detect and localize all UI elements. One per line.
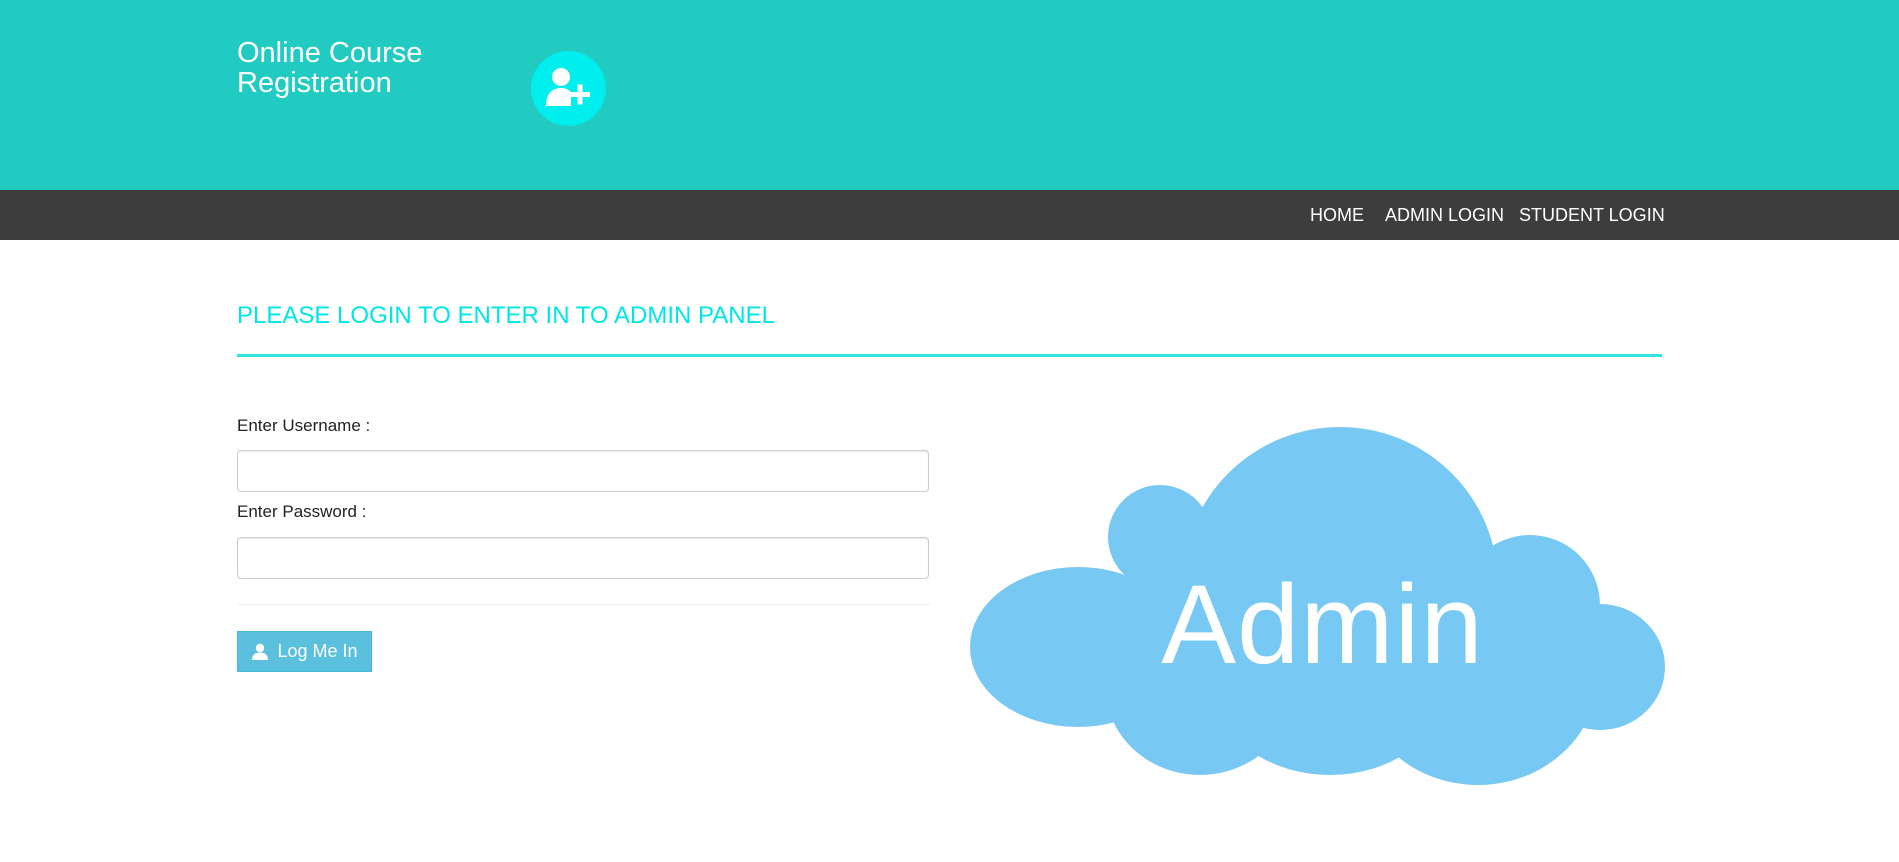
username-input[interactable] <box>237 450 929 492</box>
nav-home-link[interactable]: HOME <box>1310 205 1364 225</box>
login-button[interactable]: Log Me In <box>237 631 372 672</box>
main-navbar: HOME ADMIN LOGIN STUDENT LOGIN <box>0 190 1899 240</box>
nav-admin-login-link[interactable]: ADMIN LOGIN <box>1385 205 1504 225</box>
title-divider <box>237 354 1662 357</box>
user-plus-icon <box>531 51 606 126</box>
site-header: Online Course Registration <box>0 0 1899 190</box>
password-input[interactable] <box>237 537 929 579</box>
site-title[interactable]: Online Course Registration <box>237 38 477 98</box>
user-icon <box>251 643 269 661</box>
nav-student-login-link[interactable]: STUDENT LOGIN <box>1519 205 1665 225</box>
cloud-admin-text: Admin <box>1161 562 1484 687</box>
login-button-label: Log Me In <box>277 641 358 661</box>
admin-cloud-illustration: Admin <box>970 425 1665 785</box>
form-divider <box>237 604 931 605</box>
username-label: Enter Username : <box>237 416 371 435</box>
password-label: Enter Password : <box>237 502 367 521</box>
page-title: PLEASE LOGIN TO ENTER IN TO ADMIN PANEL <box>237 302 775 329</box>
